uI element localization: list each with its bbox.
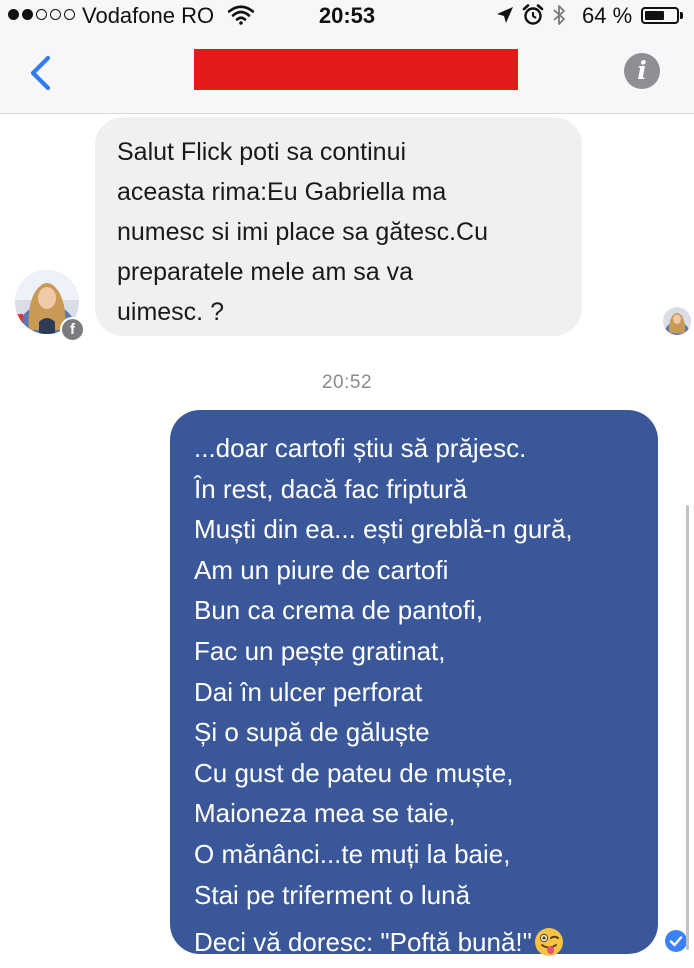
incoming-message[interactable]: Salut Flick poti sa continui aceasta rim… <box>95 117 582 336</box>
message-timestamp: 20:52 <box>321 372 373 393</box>
battery-percent: 64 % <box>582 3 633 28</box>
message-closing-line: Deci vă doresc: "Poftă bună!" <box>194 922 646 962</box>
status-icons <box>496 4 566 31</box>
message-line: Muști din ea... ești greblă-n gură, <box>194 514 573 545</box>
status-bar: Vodafone RO 20:53 64 % <box>0 0 694 30</box>
facebook-icon: f <box>60 317 85 342</box>
message-line: Bun ca crema de pantofi, <box>194 595 484 626</box>
message-line: În rest, dacă fac friptură <box>194 473 468 504</box>
message-line: Cu gust de pateu de muște, <box>194 757 514 788</box>
chevron-left-icon <box>30 55 51 91</box>
message-line: Dai în ulcer perforat <box>194 676 423 707</box>
info-icon: i <box>637 56 647 85</box>
read-receipt-avatar <box>663 307 691 335</box>
conversation-title-redacted <box>194 49 518 90</box>
bluetooth-icon <box>552 4 566 31</box>
outgoing-message[interactable]: ...doar cartofi știu să prăjesc. În rest… <box>170 410 658 957</box>
message-line: Stai pe triferment o lună <box>194 879 471 910</box>
battery-level <box>645 11 664 20</box>
info-button[interactable]: i <box>624 53 660 89</box>
message-line: Maioneza mea se taie, <box>194 798 456 829</box>
message-line: O mănânci...te muți la baie, <box>194 838 511 869</box>
message-line: Am un piure de cartofi <box>194 554 449 585</box>
winking-tongue-emoji <box>534 927 564 968</box>
message-line: Și o supă de găluște <box>194 717 430 748</box>
back-button[interactable] <box>26 55 56 91</box>
message-line: Fac un pește gratinat, <box>194 635 446 666</box>
alarm-icon <box>522 4 544 31</box>
location-arrow-icon <box>496 6 514 29</box>
battery-icon <box>641 7 679 24</box>
message-line: ...doar cartofi știu să prăjesc. <box>194 433 527 463</box>
sent-check-icon <box>665 930 687 952</box>
scrollbar[interactable] <box>686 505 689 950</box>
message-closing-text: Deci vă doresc: "Poftă bună!" <box>194 927 532 958</box>
nav-bar: Vodafone RO 20:53 64 % i <box>0 0 694 114</box>
